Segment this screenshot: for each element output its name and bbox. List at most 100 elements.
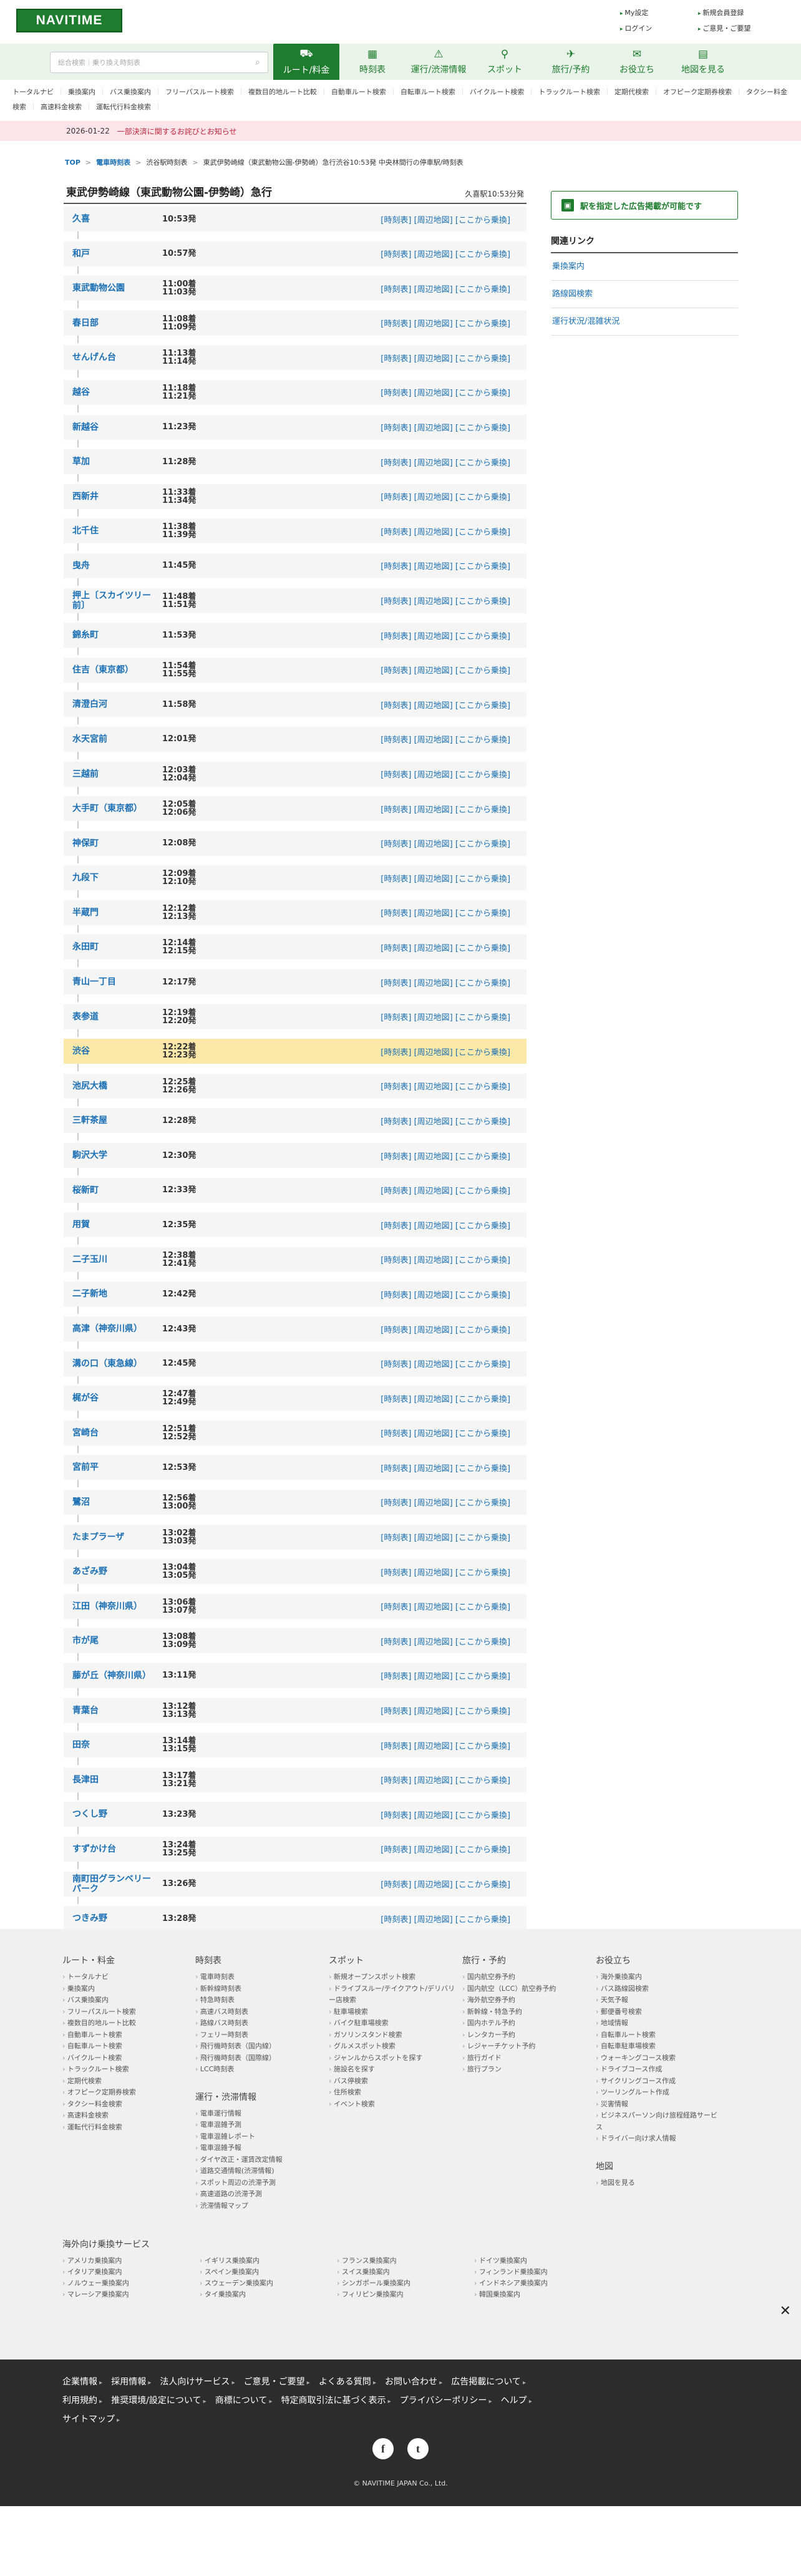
related-link-route-map[interactable]: 路線図検索 [551, 281, 738, 308]
footer-link[interactable]: バス乗換案内 [62, 1995, 190, 2006]
bottom-link[interactable]: 商標について [215, 2394, 273, 2408]
bottom-link[interactable]: ヘルプ [501, 2394, 532, 2408]
station-name[interactable]: 半蔵門 [72, 908, 153, 918]
my-settings-link[interactable]: My設定 [620, 7, 698, 17]
station-name[interactable]: 曳舟 [72, 561, 153, 571]
station-name[interactable]: 鷺沼 [72, 1497, 153, 1507]
station-links[interactable]: [時刻表] [周辺地図] [ここから乗換] [381, 1462, 510, 1474]
station-name[interactable]: 梶が谷 [72, 1393, 153, 1403]
footer-link[interactable]: 災害情報 [596, 2099, 724, 2111]
station-name[interactable]: 青葉台 [72, 1706, 153, 1716]
station-links[interactable]: [時刻表] [周辺地図] [ここから乗換] [381, 733, 510, 745]
footer-link[interactable]: バイク駐車場検索 [329, 2018, 457, 2029]
station-name[interactable]: 越谷 [72, 387, 153, 397]
search-icon[interactable]: ⌕ [255, 57, 260, 67]
station-links[interactable]: [時刻表] [周辺地図] [ここから乗換] [381, 976, 510, 988]
subnav-item[interactable]: バス乗換案内 [110, 88, 162, 96]
station-name[interactable]: あざみ野 [72, 1567, 153, 1577]
footer-link[interactable]: 飛行機時刻表（国際線） [195, 2053, 323, 2064]
notice-text[interactable]: 一部決済に関するお詫びとお知らせ [117, 126, 237, 137]
footer-link[interactable]: オフピーク定期券検索 [62, 2087, 190, 2099]
station-name[interactable]: 清澄白河 [72, 699, 153, 709]
footer-link[interactable]: 電車時刻表 [195, 1971, 323, 1983]
station-links[interactable]: [時刻表] [周辺地図] [ここから乗換] [381, 560, 510, 571]
station-links[interactable]: [時刻表] [周辺地図] [ここから乗換] [381, 1635, 510, 1647]
footer-link[interactable]: 自動車ルート検索 [62, 2029, 190, 2041]
station-links[interactable]: [時刻表] [周辺地図] [ここから乗換] [381, 352, 510, 364]
footer-link[interactable]: 国内ホテル予約 [462, 2018, 590, 2029]
subnav-item[interactable]: 複数目的地ルート比較 [248, 88, 328, 96]
footer-link[interactable]: レジャーチケット予約 [462, 2041, 590, 2053]
station-name[interactable]: 北千住 [72, 526, 153, 536]
footer-link[interactable]: 道路交通情報(渋滞情報) [195, 2165, 323, 2177]
search-box[interactable]: 総合検索｜乗り換え時刻表 ⌕ [50, 52, 268, 73]
intl-link[interactable]: フランス乗換案内 [337, 2255, 474, 2265]
station-name[interactable]: つくし野 [72, 1809, 153, 1819]
bottom-link[interactable]: 企業情報 [62, 2376, 102, 2389]
station-name[interactable]: 池尻大橋 [72, 1081, 153, 1091]
subnav-item[interactable]: トラックルート検索 [538, 88, 611, 96]
station-name[interactable]: 草加 [72, 457, 153, 467]
close-icon[interactable]: ✕ [780, 2303, 791, 2319]
footer-link[interactable]: ダイヤ改正・運賃改定情報 [195, 2154, 323, 2166]
footer-link[interactable]: 路線バス時刻表 [195, 2018, 323, 2029]
station-links[interactable]: [時刻表] [周辺地図] [ここから乗換] [381, 1600, 510, 1612]
footer-link[interactable]: 自転車ルート検索 [62, 2041, 190, 2053]
footer-link[interactable]: イベント検索 [329, 2099, 457, 2111]
twitter-icon[interactable]: t [407, 2438, 429, 2459]
intl-link[interactable]: 韓国乗換案内 [474, 2289, 611, 2299]
footer-link[interactable]: 高速道路の渋滞予測 [195, 2189, 323, 2200]
footer-link[interactable]: 新規オープンスポット検索 [329, 1971, 457, 1983]
station-links[interactable]: [時刻表] [周辺地図] [ここから乗換] [381, 1046, 510, 1057]
station-links[interactable]: [時刻表] [周辺地図] [ここから乗換] [381, 1774, 510, 1786]
station-links[interactable]: [時刻表] [周辺地図] [ここから乗換] [381, 1080, 510, 1092]
station-name[interactable]: 春日部 [72, 318, 153, 328]
station-name[interactable]: 大手町（東京都） [72, 804, 153, 814]
station-links[interactable]: [時刻表] [周辺地図] [ここから乗換] [381, 1358, 510, 1369]
intl-link[interactable]: マレーシア乗換案内 [62, 2289, 200, 2299]
footer-link[interactable]: 海外乗換案内 [596, 1971, 724, 1983]
footer-link[interactable]: 特急時刻表 [195, 1995, 323, 2006]
station-links[interactable]: [時刻表] [周辺地図] [ここから乗換] [381, 386, 510, 398]
station-name[interactable]: 表参道 [72, 1012, 153, 1022]
footer-link[interactable]: ドライブコース作成 [596, 2064, 724, 2076]
footer-link[interactable]: 駐車場検索 [329, 2006, 457, 2018]
subnav-item[interactable]: 自転車ルート検索 [400, 88, 466, 96]
station-name[interactable]: 渋谷 [72, 1046, 153, 1056]
station-name[interactable]: すずかけ台 [72, 1844, 153, 1854]
footer-link[interactable]: 地図を見る [596, 2177, 724, 2189]
station-links[interactable]: [時刻表] [周辺地図] [ここから乗換] [381, 1427, 510, 1439]
navitime-logo[interactable]: NAVITIME [16, 9, 122, 32]
station-name[interactable]: 宮前平 [72, 1462, 153, 1472]
intl-link[interactable]: スウェーデン乗換案内 [200, 2278, 337, 2288]
footer-link[interactable]: 複数目的地ルート比較 [62, 2018, 190, 2029]
station-name[interactable]: 市が尾 [72, 1636, 153, 1646]
footer-link[interactable]: ガソリンスタンド検索 [329, 2029, 457, 2041]
station-links[interactable]: [時刻表] [周辺地図] [ここから乗換] [381, 595, 510, 606]
footer-link[interactable]: 自転車ルート検索 [596, 2029, 724, 2041]
feedback-link[interactable]: ご意見・ご要望 [698, 23, 776, 33]
station-links[interactable]: [時刻表] [周辺地図] [ここから乗換] [381, 1878, 510, 1890]
nav-tab-0[interactable]: ⛟ ルート/料金 [273, 44, 339, 80]
nav-tab-1[interactable]: ▦ 時刻表 [339, 44, 405, 80]
intl-link[interactable]: フィリピン乗換案内 [337, 2289, 474, 2299]
bottom-link[interactable]: 法人向けサービス [160, 2376, 235, 2389]
station-links[interactable]: [時刻表] [周辺地図] [ここから乗換] [381, 1496, 510, 1508]
intl-link[interactable]: イギリス乗換案内 [200, 2255, 337, 2265]
station-links[interactable]: [時刻表] [周辺地図] [ここから乗換] [381, 1323, 510, 1335]
bottom-link[interactable]: お問い合わせ [385, 2376, 442, 2389]
bottom-link[interactable]: 利用規約 [62, 2394, 102, 2408]
footer-link[interactable]: バイクルート検索 [62, 2053, 190, 2064]
footer-link[interactable]: 運転代行料金検索 [62, 2122, 190, 2134]
station-name[interactable]: 西新井 [72, 492, 153, 502]
subnav-item[interactable]: オフピーク定期券検索 [663, 88, 742, 96]
footer-link[interactable]: 高速料金検索 [62, 2110, 190, 2122]
station-links[interactable]: [時刻表] [周辺地図] [ここから乗換] [381, 525, 510, 537]
bottom-link[interactable]: 広告掲載について [451, 2376, 526, 2389]
login-link[interactable]: ログイン [620, 23, 698, 33]
station-links[interactable]: [時刻表] [周辺地図] [ここから乗換] [381, 837, 510, 849]
station-ad-banner[interactable]: ▣ 駅を指定した広告掲載が可能です [551, 191, 738, 220]
footer-link[interactable]: タクシー料金検索 [62, 2099, 190, 2111]
bottom-link[interactable]: 採用情報 [111, 2376, 151, 2389]
station-name[interactable]: 溝の口（東急線） [72, 1359, 153, 1369]
